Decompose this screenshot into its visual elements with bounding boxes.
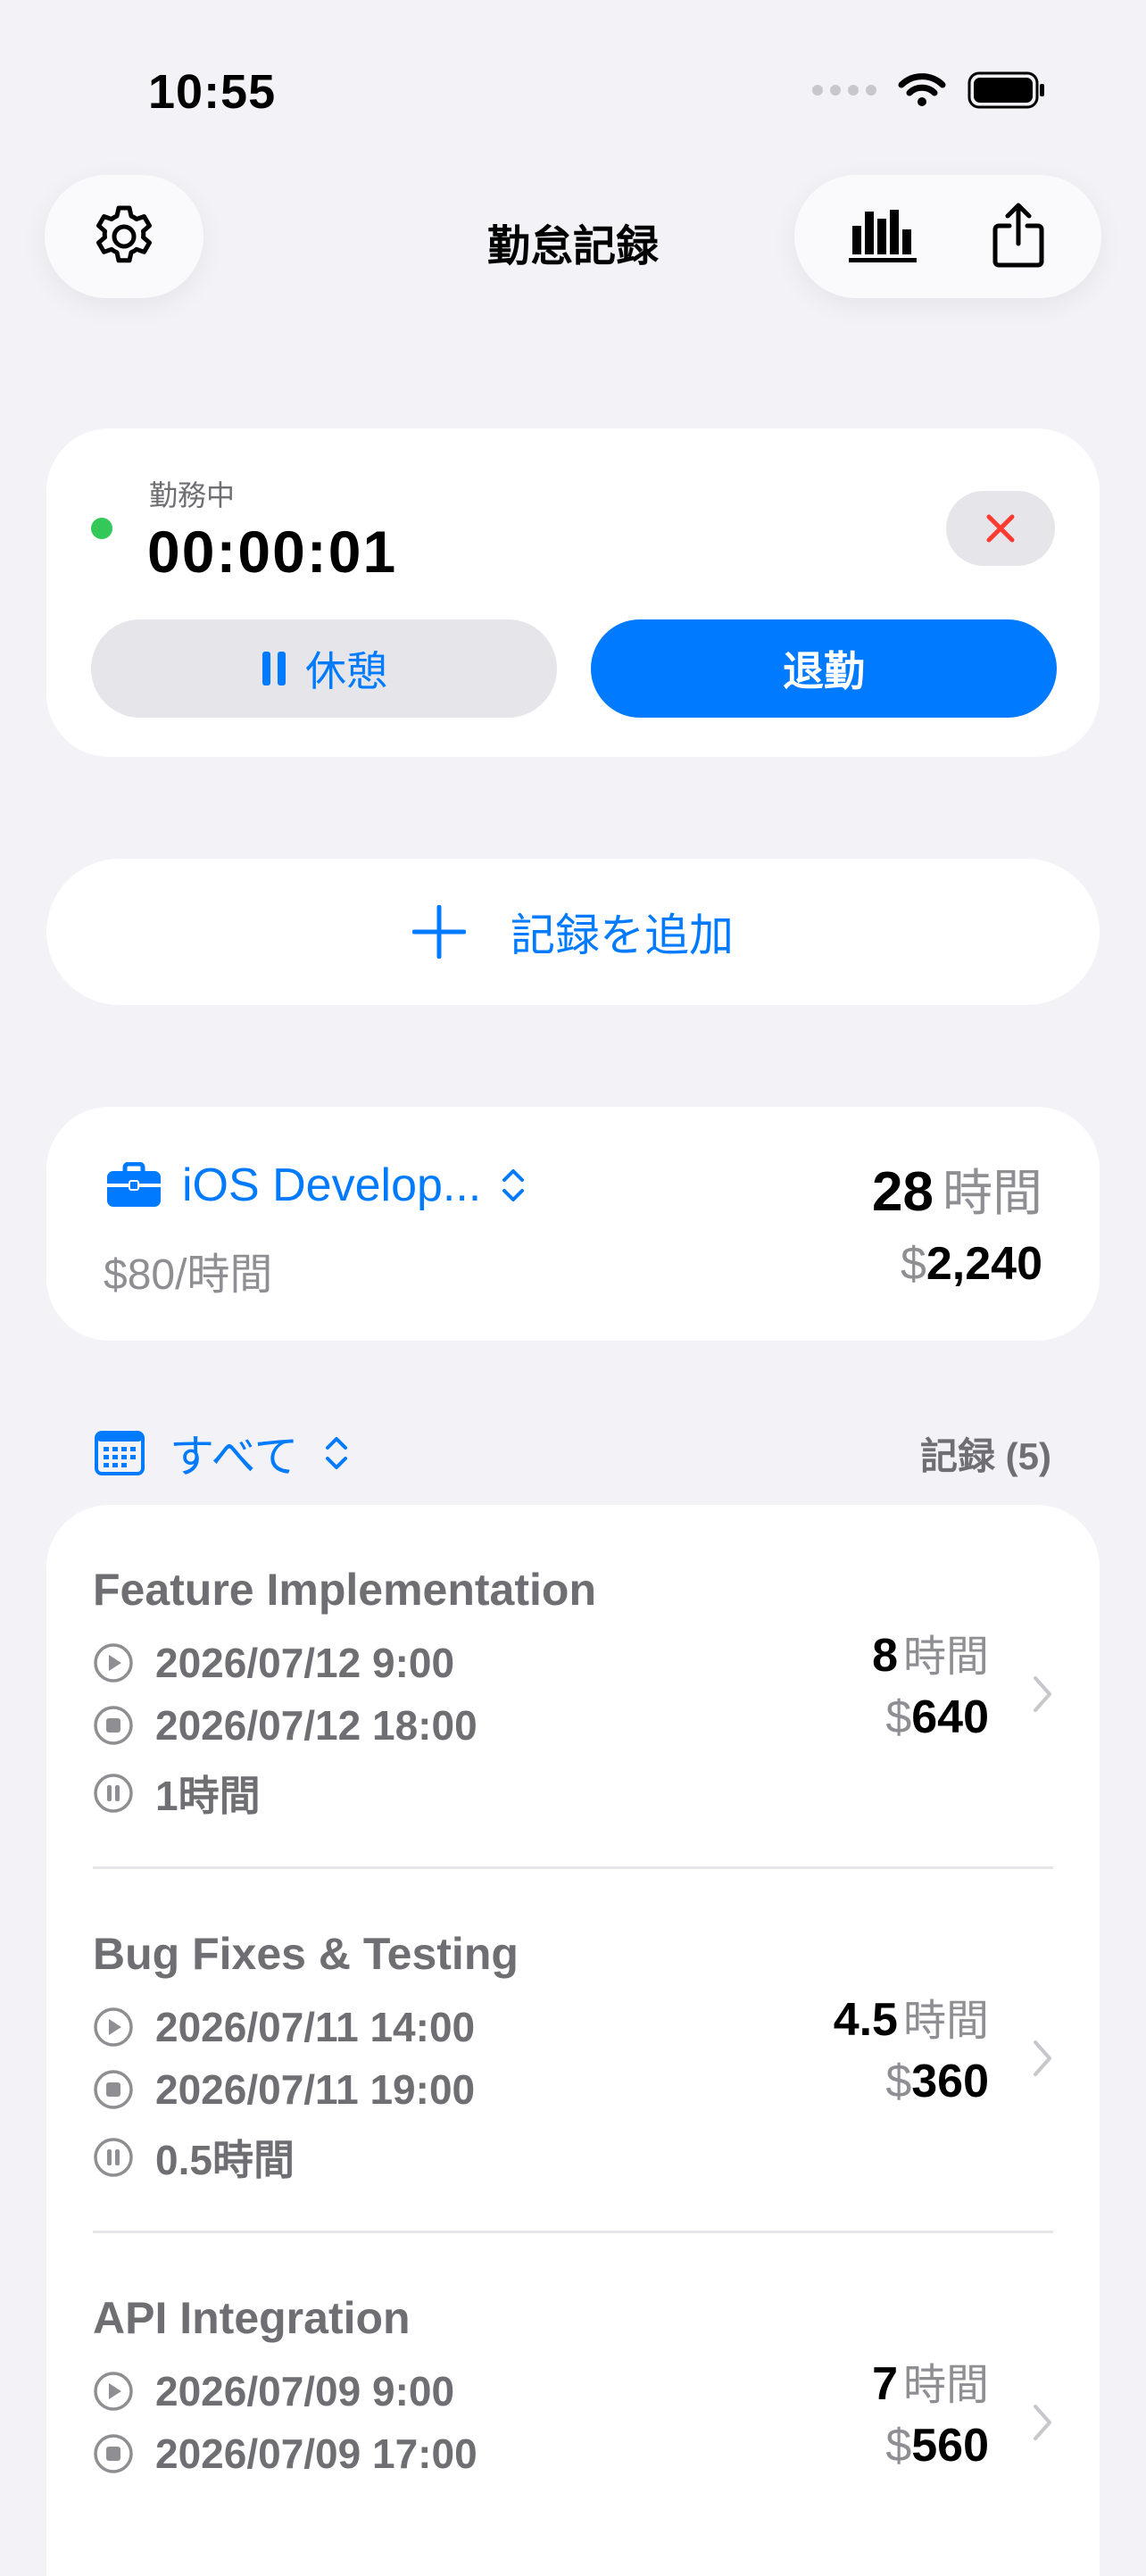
pause-icon xyxy=(262,652,286,686)
status-time: 10:55 xyxy=(148,65,277,119)
close-icon xyxy=(986,514,1015,543)
entry-start-time: 2026/07/09 9:00 xyxy=(155,2368,455,2414)
add-record-label: 記録を追加 xyxy=(511,910,734,960)
entry-earnings: $360 xyxy=(885,2055,989,2108)
entry-start-time: 2026/07/12 9:00 xyxy=(155,1640,455,1686)
pause-circle-icon xyxy=(94,2138,133,2177)
break-label: 休憩 xyxy=(305,648,387,694)
entry-earnings-value: 640 xyxy=(911,1691,989,1743)
entry-break: 0.5時間 xyxy=(93,2128,295,2187)
total-earnings-value: 2,240 xyxy=(926,1238,1042,1290)
entry-break-duration: 0.5時間 xyxy=(155,2137,295,2183)
calendar-icon xyxy=(95,1431,145,1475)
stop-circle-icon xyxy=(94,1706,133,1745)
status-icons xyxy=(812,71,1046,109)
timer-card: 勤務中 00:00:01 休憩 退勤 xyxy=(46,428,1100,757)
entry-end-time: 2026/07/11 19:00 xyxy=(155,2066,476,2113)
project-summary-card: iOS Develop... $80/時間 28 時間 $2,240 xyxy=(46,1107,1100,1341)
wifi-icon xyxy=(898,73,946,106)
battery-icon xyxy=(967,71,1044,109)
total-hours: 28 時間 xyxy=(872,1153,1042,1226)
total-earnings: $2,240 xyxy=(901,1237,1042,1291)
entry-start: 2026/07/12 9:00 xyxy=(93,1639,454,1687)
entry-end: 2026/07/12 18:00 xyxy=(93,1701,478,1749)
entry-earnings-value: 360 xyxy=(911,2056,989,2107)
share-icon xyxy=(992,203,1044,267)
pause-circle-icon xyxy=(94,1774,133,1813)
entry-title: Bug Fixes & Testing xyxy=(93,1929,519,1979)
entry-hours-unit: 時間 xyxy=(902,2362,989,2409)
period-filter[interactable]: すべて xyxy=(95,1421,349,1485)
entry-earnings: $560 xyxy=(885,2419,989,2472)
entry-end-time: 2026/07/12 18:00 xyxy=(155,1702,478,1749)
chevron-right-icon xyxy=(1034,1676,1051,1712)
currency-symbol: $ xyxy=(885,1691,912,1743)
entry-hours-unit: 時間 xyxy=(902,1633,989,1681)
briefcase-icon xyxy=(107,1162,161,1207)
entry-break-duration: 1時間 xyxy=(155,1773,261,1819)
break-button[interactable]: 休憩 xyxy=(91,619,557,718)
bar-chart-icon xyxy=(849,209,917,262)
entry-break: 1時間 xyxy=(93,1764,261,1823)
plus-icon xyxy=(412,905,466,959)
nav-actions xyxy=(794,175,1101,298)
hourly-rate: $80/時間 xyxy=(104,1251,273,1299)
stop-circle-icon xyxy=(94,2070,133,2109)
entry-hours-unit: 時間 xyxy=(902,1998,989,2045)
chevron-right-icon xyxy=(1034,2040,1051,2076)
project-name: iOS Develop... xyxy=(182,1159,482,1211)
period-filter-label: すべて xyxy=(170,1432,299,1482)
entry-hours: 7 時間 xyxy=(872,2349,989,2412)
cancel-session-button[interactable] xyxy=(946,491,1055,566)
list-item[interactable]: API Integration 2026/07/09 9:00 2026/07/… xyxy=(46,2233,1100,2576)
working-indicator xyxy=(91,518,112,539)
entry-title: Feature Implementation xyxy=(93,1565,596,1615)
entry-earnings: $640 xyxy=(885,1691,989,1744)
play-circle-icon xyxy=(94,2007,133,2047)
project-selector[interactable]: iOS Develop... xyxy=(105,1159,526,1212)
clock-out-label: 退勤 xyxy=(783,648,865,694)
elapsed-time: 00:00:01 xyxy=(147,519,398,585)
entry-start-time: 2026/07/11 14:00 xyxy=(155,2004,476,2050)
chevron-up-down-icon xyxy=(502,1169,525,1201)
entry-title: API Integration xyxy=(93,2293,411,2343)
entry-hours: 4.5 時間 xyxy=(834,1985,989,2048)
chevron-right-icon xyxy=(1034,2405,1051,2440)
list-item[interactable]: Bug Fixes & Testing 2026/07/11 14:00 202… xyxy=(46,1869,1100,2233)
entry-start: 2026/07/11 14:00 xyxy=(93,2003,475,2051)
entry-hours-value: 4.5 xyxy=(833,1994,898,2046)
currency-symbol: $ xyxy=(885,2420,912,2472)
add-record-button[interactable]: 記録を追加 xyxy=(46,859,1100,1005)
entry-hours-value: 8 xyxy=(872,1630,898,1682)
entry-earnings-value: 560 xyxy=(911,2420,989,2472)
entry-end-time: 2026/07/09 17:00 xyxy=(155,2431,478,2477)
statistics-button[interactable] xyxy=(849,206,917,268)
play-circle-icon xyxy=(94,2372,133,2411)
entry-hours: 8 時間 xyxy=(872,1621,989,1683)
timer-status: 勤務中 xyxy=(149,479,236,511)
chevron-up-down-icon xyxy=(325,1437,347,1469)
currency-symbol: $ xyxy=(885,2056,912,2107)
stop-circle-icon xyxy=(94,2434,133,2473)
clock-out-button[interactable]: 退勤 xyxy=(591,619,1057,718)
records-list: Feature Implementation 2026/07/12 9:00 2… xyxy=(46,1505,1100,2576)
total-hours-value: 28 xyxy=(872,1161,934,1223)
entry-hours-value: 7 xyxy=(872,2358,898,2410)
entry-start: 2026/07/09 9:00 xyxy=(93,2367,454,2415)
entry-end: 2026/07/09 17:00 xyxy=(93,2430,478,2478)
play-circle-icon xyxy=(94,1643,133,1683)
currency-symbol: $ xyxy=(900,1238,926,1290)
records-count: 記録 (5) xyxy=(919,1435,1051,1477)
entry-end: 2026/07/11 19:00 xyxy=(93,2065,475,2114)
share-button[interactable] xyxy=(990,201,1047,273)
cellular-signal-icon xyxy=(812,85,876,96)
list-item[interactable]: Feature Implementation 2026/07/12 9:00 2… xyxy=(46,1505,1100,1869)
total-hours-unit: 時間 xyxy=(943,1165,1042,1221)
